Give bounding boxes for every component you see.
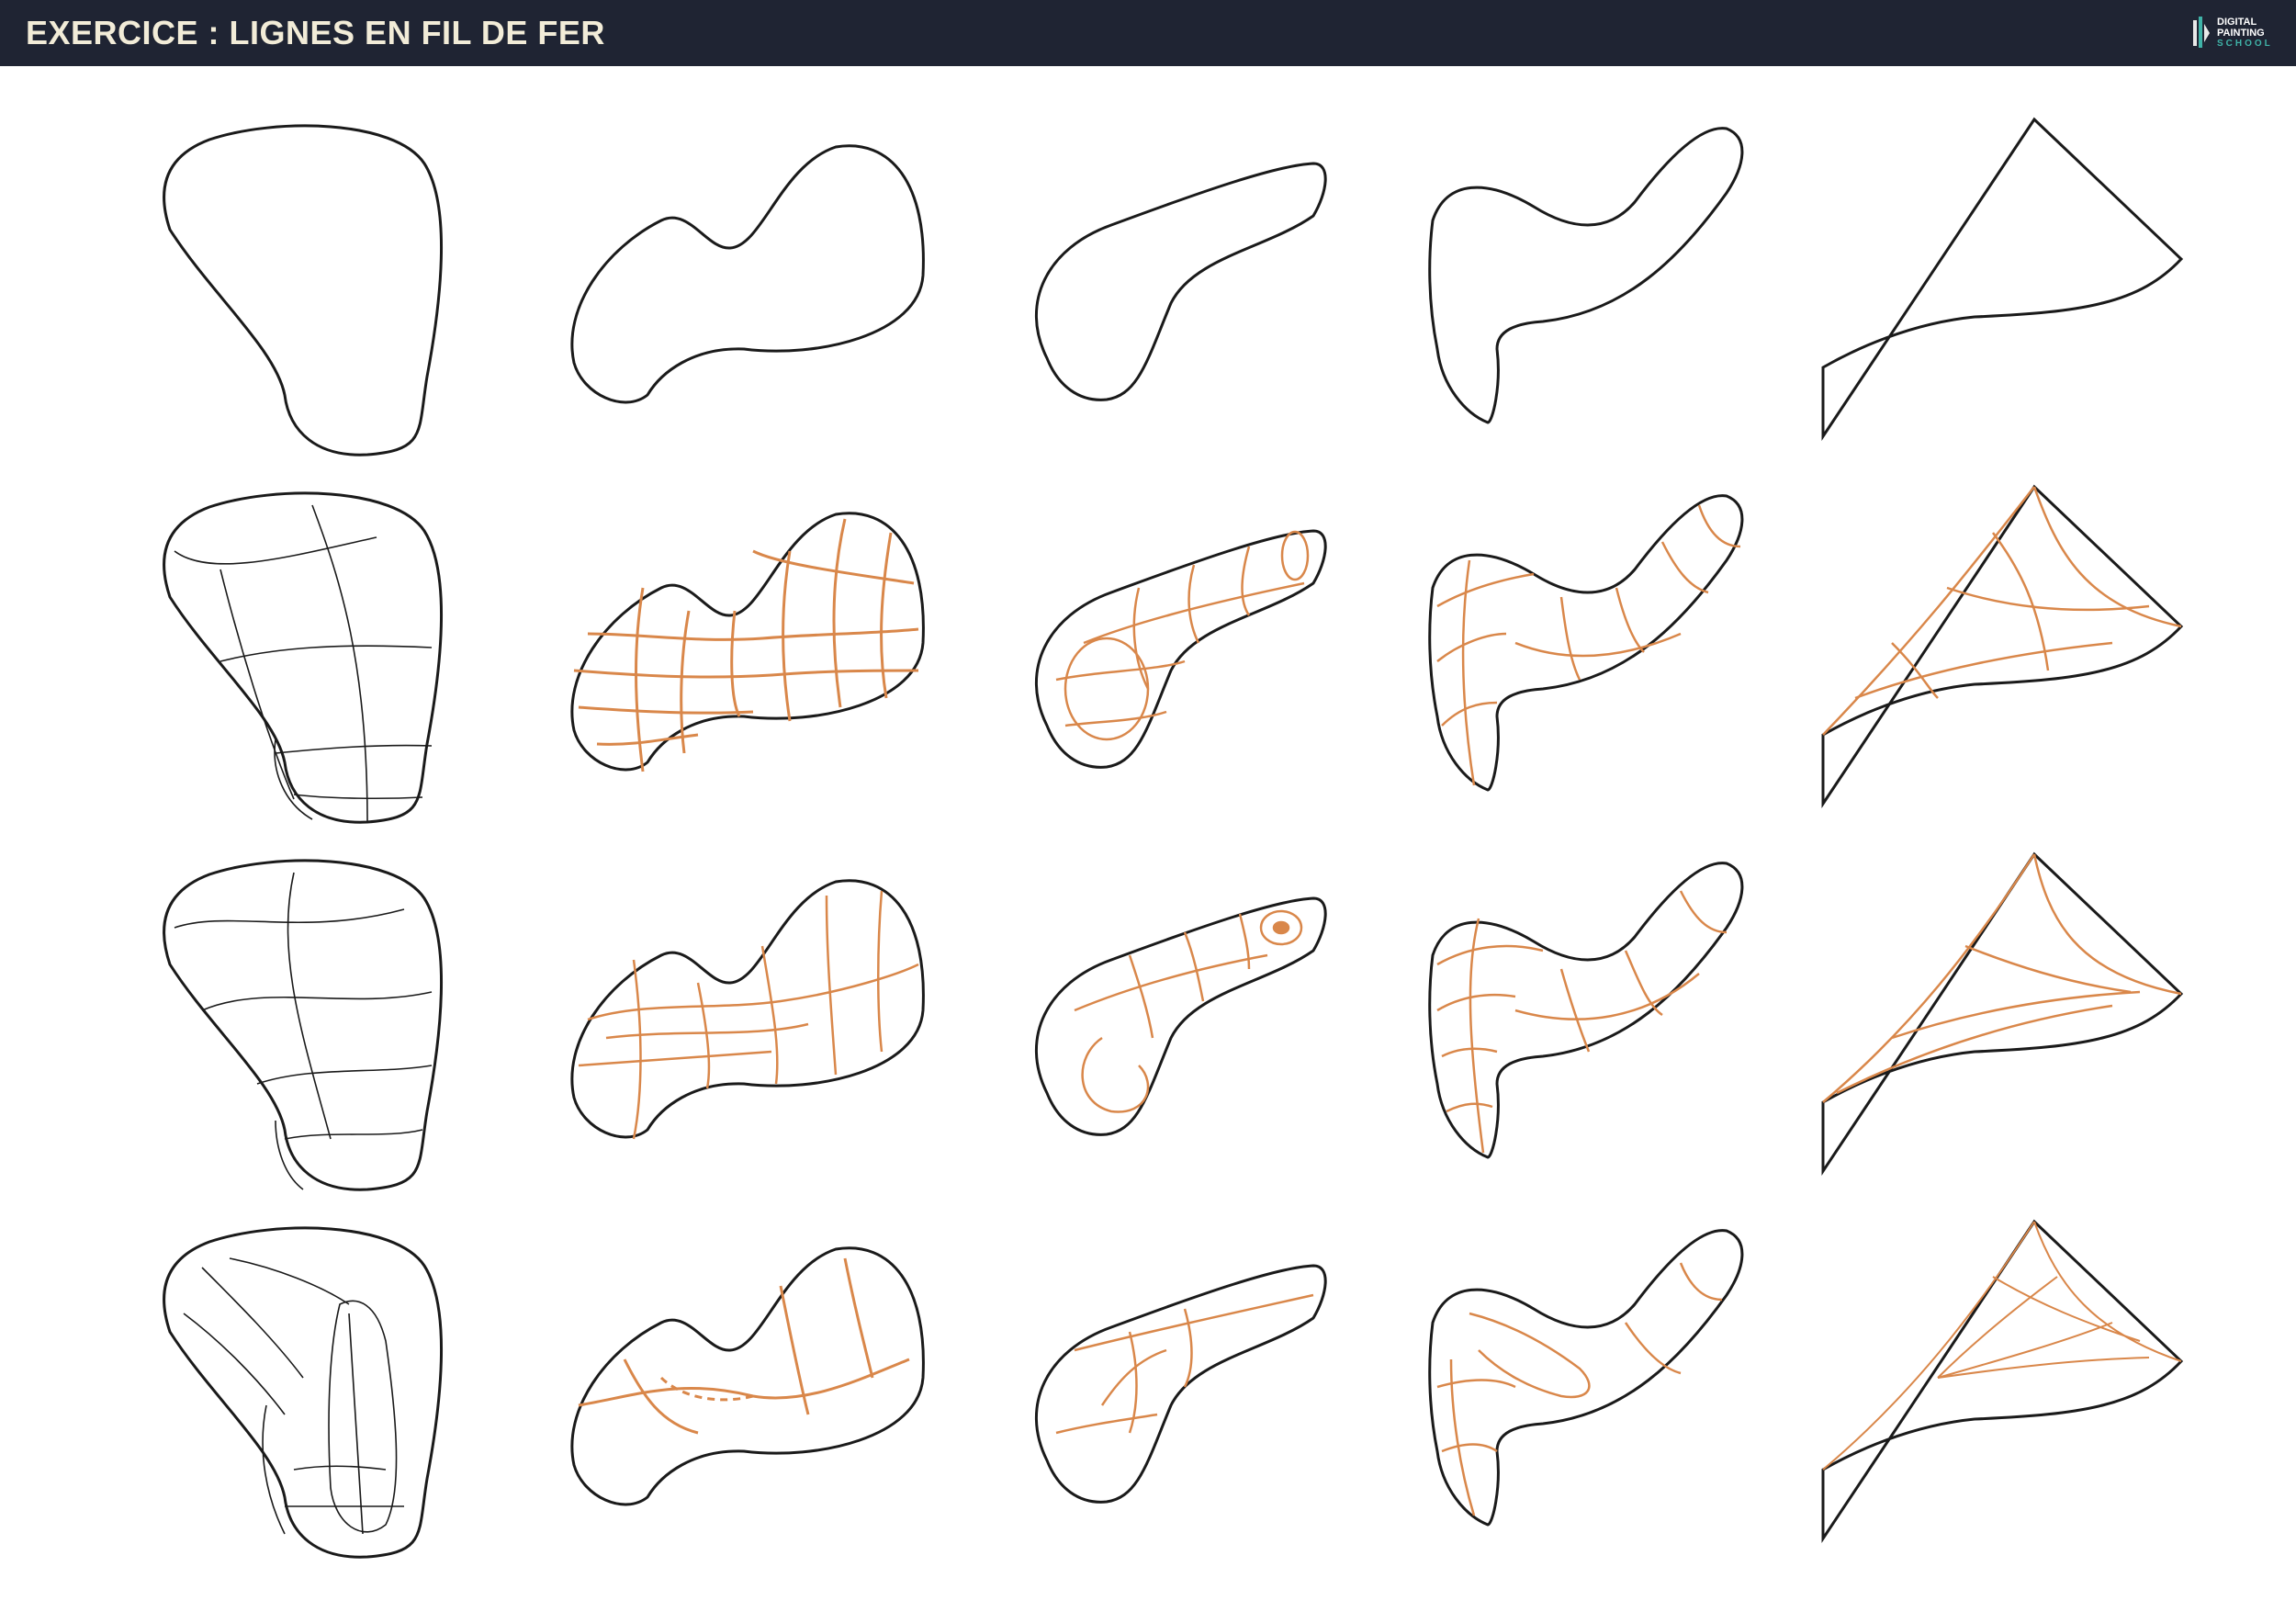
logo-line-2: PAINTING — [2217, 28, 2265, 39]
shape-blob-1-wireframe-b — [163, 859, 444, 1191]
shape-blob-2-wireframe-c — [570, 1246, 925, 1506]
shape-blob-1-wireframe-c — [163, 1226, 444, 1559]
shape-wedge-wireframe-b — [1821, 852, 2183, 1173]
logo-line-1: DIGITAL — [2217, 17, 2257, 28]
shape-wedge-wireframe-c — [1821, 1220, 2183, 1540]
shape-blob-4-wireframe-a — [1428, 494, 1744, 792]
digital-painting-school-logo: DIGITAL PAINTING SCHOOL — [2191, 11, 2287, 55]
row-wireframe-c — [163, 1220, 2183, 1559]
shape-blob-2-wireframe-b — [570, 879, 925, 1140]
shape-blob-4-wireframe-c — [1428, 1229, 1744, 1527]
logo-line-3: SCHOOL — [2217, 39, 2273, 49]
shape-blob-3-wireframe-a — [1034, 529, 1327, 769]
page-title: EXERCICE : LIGNES EN FIL DE FER — [26, 14, 605, 51]
shape-blob-2-outline — [570, 144, 925, 404]
shape-wedge-outline — [1821, 118, 2183, 438]
row-wireframe-b — [163, 852, 2183, 1191]
shape-blob-3-wireframe-c — [1034, 1264, 1327, 1504]
shape-wedge-wireframe-a — [1821, 485, 2183, 806]
row-outline — [163, 118, 2183, 456]
header-bar: EXERCICE : LIGNES EN FIL DE FER DIGITAL … — [0, 0, 2296, 66]
shape-blob-3-outline — [1034, 162, 1327, 401]
shape-blob-1-wireframe-a — [163, 491, 444, 824]
shape-blob-2-wireframe-a — [570, 512, 925, 772]
shape-blob-3-wireframe-b — [1034, 896, 1327, 1136]
shape-blob-4-wireframe-b — [1428, 862, 1744, 1159]
shape-blob-4-outline — [1428, 127, 1744, 424]
brush-logo-icon — [2193, 17, 2210, 48]
exercise-sheet — [163, 118, 2183, 1559]
shape-blob-1-outline — [163, 124, 444, 456]
row-wireframe-a — [163, 485, 2183, 824]
